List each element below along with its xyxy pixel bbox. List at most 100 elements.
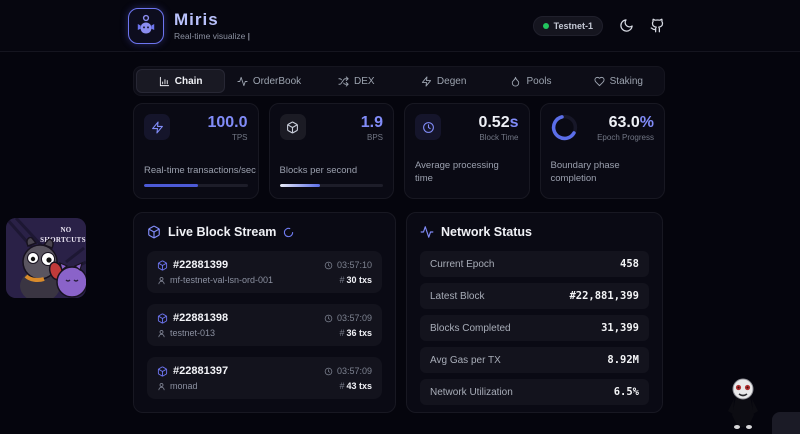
theme-toggle-button[interactable]: [619, 18, 634, 33]
progress-ring-icon: [551, 114, 578, 141]
sticker-line1: NO: [60, 226, 71, 234]
stat-value: 8.92M: [607, 354, 639, 366]
block-validator: testnet-013: [157, 328, 215, 338]
github-link-button[interactable]: [650, 18, 665, 33]
tab-staking[interactable]: Staking: [575, 69, 662, 93]
bps-progress-bar: [280, 184, 384, 187]
stat-label: Latest Block: [430, 291, 484, 302]
zap-icon: [144, 114, 170, 140]
live-block-stream-panel: Live Block Stream #22881399 03:57:10: [133, 212, 396, 413]
stat-card-epoch: 63.0% Epoch Progress Boundary phase comp…: [540, 103, 666, 199]
app-subtitle: Real-time visualize |: [174, 31, 250, 41]
stat-description: Blocks per second: [280, 165, 358, 176]
hash-icon: #: [339, 275, 344, 285]
shuffle-icon: [338, 76, 349, 87]
stat-label: Avg Gas per TX: [430, 355, 501, 366]
stat-value: 100.0: [207, 114, 247, 132]
tab-pools[interactable]: Pools: [487, 69, 574, 93]
stat-value: 1.9: [361, 114, 383, 132]
creature-logo-icon: [134, 14, 158, 38]
block-tx-count: #30 txs: [339, 275, 372, 285]
activity-icon: [420, 225, 434, 239]
block-tx-count: #36 txs: [339, 328, 372, 338]
hash-icon: #: [339, 381, 344, 391]
heart-icon: [594, 76, 605, 87]
stat-value: #22,881,399: [569, 290, 639, 302]
hash-icon: #: [339, 328, 344, 338]
no-shortcuts-sticker: NO SHORTCUTS: [6, 218, 86, 298]
block-tx-count: #43 txs: [339, 381, 372, 391]
clock-icon: [324, 367, 333, 376]
tab-label: Chain: [175, 76, 203, 87]
block-list-item[interactable]: #22881398 03:57:09 testnet-013 #36 txs: [147, 304, 382, 346]
tab-orderbook[interactable]: OrderBook: [225, 69, 312, 93]
stat-value: 63.0%: [597, 114, 654, 132]
network-status-panel: Network Status Current Epoch 458 Latest …: [406, 212, 663, 413]
tab-label: Staking: [610, 76, 643, 87]
network-stat-row: Blocks Completed 31,399: [420, 315, 649, 341]
block-time: 03:57:09: [324, 313, 372, 323]
network-badge-label: Testnet-1: [554, 21, 593, 31]
stat-value: 458: [620, 258, 639, 270]
tab-label: Degen: [437, 76, 466, 87]
stat-unit: Epoch Progress: [597, 133, 654, 142]
bar-chart-icon: [159, 76, 170, 87]
tab-degen[interactable]: Degen: [400, 69, 487, 93]
block-number: #22881399: [157, 259, 228, 271]
stat-card-block-time: 0.52s Block Time Average processing time: [404, 103, 530, 199]
clock-icon: [415, 114, 441, 140]
network-stat-row: Latest Block #22,881,399: [420, 283, 649, 309]
network-stat-row: Network Utilization 6.5%: [420, 379, 649, 405]
block-number: #22881398: [157, 312, 228, 324]
stat-value: 0.52s: [478, 114, 518, 132]
stat-cards: 100.0 TPS Real-time transactions/sec 1.9…: [133, 103, 665, 199]
corner-card-peek: [772, 412, 800, 434]
stat-description: Average processing time: [415, 160, 519, 186]
network-stat-row: Avg Gas per TX 8.92M: [420, 347, 649, 373]
zap-icon: [421, 76, 432, 87]
moon-icon: [619, 18, 634, 33]
sticker-art: NO SHORTCUTS: [6, 218, 86, 298]
stat-value: 6.5%: [614, 386, 639, 398]
stat-unit: Block Time: [478, 133, 518, 142]
block-validator: mf-testnet-val-lsn-ord-001: [157, 275, 273, 285]
tab-dex[interactable]: DEX: [313, 69, 400, 93]
header-actions: Testnet-1: [533, 16, 665, 36]
network-badge[interactable]: Testnet-1: [533, 16, 603, 36]
tab-label: OrderBook: [253, 76, 301, 87]
app-title: Miris: [174, 10, 250, 30]
block-validator: monad: [157, 381, 198, 391]
activity-icon: [237, 76, 248, 87]
block-time: 03:57:09: [324, 366, 372, 376]
stat-unit: BPS: [361, 133, 383, 142]
stat-unit: TPS: [207, 133, 247, 142]
status-dot-icon: [543, 23, 549, 29]
loader-icon: [283, 227, 294, 238]
cube-icon: [157, 366, 168, 377]
stat-label: Blocks Completed: [430, 323, 511, 334]
panel-title: Network Status: [441, 225, 532, 239]
stat-description: Real-time transactions/sec: [144, 165, 256, 176]
stat-label: Network Utilization: [430, 387, 513, 398]
user-icon: [157, 276, 166, 285]
user-icon: [157, 382, 166, 391]
github-icon: [650, 18, 665, 33]
clock-icon: [324, 314, 333, 323]
user-icon: [157, 329, 166, 338]
cube-icon: [280, 114, 306, 140]
tab-chain[interactable]: Chain: [136, 69, 225, 93]
stat-value: 31,399: [601, 322, 639, 334]
block-list-item[interactable]: #22881397 03:57:09 monad #43 txs: [147, 357, 382, 399]
app-header: Miris Real-time visualize | Testnet-1: [0, 0, 800, 52]
cube-icon: [157, 260, 168, 271]
tab-label: DEX: [354, 76, 375, 87]
block-number: #22881397: [157, 365, 228, 377]
app-logo[interactable]: [128, 8, 164, 44]
typing-cursor: |: [248, 31, 250, 41]
tab-label: Pools: [526, 76, 551, 87]
droplet-icon: [510, 76, 521, 87]
network-stat-row: Current Epoch 458: [420, 251, 649, 277]
block-time: 03:57:10: [324, 260, 372, 270]
block-list-item[interactable]: #22881399 03:57:10 mf-testnet-val-lsn-or…: [147, 251, 382, 293]
stat-card-bps: 1.9 BPS Blocks per second: [269, 103, 395, 199]
